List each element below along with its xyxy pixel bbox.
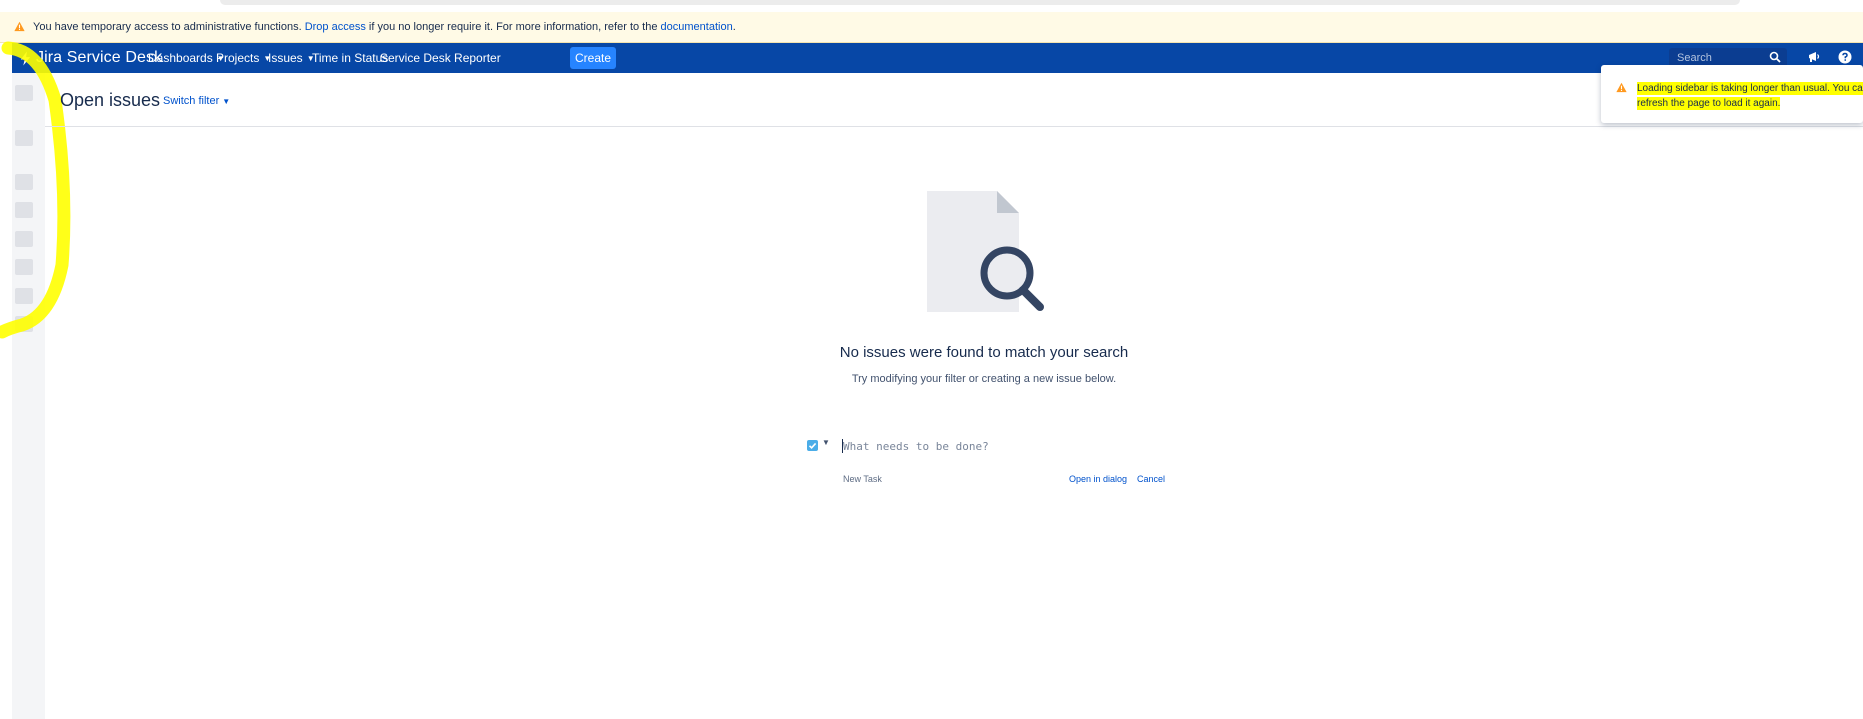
sidebar-skeleton-item: [15, 231, 33, 247]
admin-access-banner: You have temporary access to administrat…: [0, 12, 1863, 43]
banner-text-2: if you no longer require it. For more in…: [368, 21, 658, 33]
create-button[interactable]: Create: [570, 47, 616, 69]
drop-access-link[interactable]: Drop access: [305, 21, 366, 33]
chevron-down-icon[interactable]: ▼: [822, 438, 830, 447]
jira-service-desk-logo[interactable]: Jira Service Desk: [18, 43, 162, 73]
toast-message: Loading sidebar is taking longer than us…: [1637, 81, 1863, 111]
lightning-bolt-icon: [20, 50, 31, 66]
empty-state-subtitle: Try modifying your filter or creating a …: [851, 373, 1117, 385]
sidebar-loading-warning-toast: Loading sidebar is taking longer than us…: [1601, 65, 1863, 123]
warning-icon: [14, 21, 25, 32]
nav-dashboards[interactable]: Dashboards ▼: [148, 43, 225, 73]
issue-type-icon[interactable]: [807, 440, 818, 451]
nav-projects[interactable]: Projects ▼: [216, 43, 271, 73]
issue-summary-input[interactable]: [843, 437, 1163, 455]
help-icon[interactable]: [1838, 50, 1852, 64]
banner-text-1: You have temporary access to administrat…: [33, 21, 302, 33]
documentation-link[interactable]: documentation: [661, 21, 733, 33]
checkmark-icon: [808, 442, 817, 449]
sidebar-skeleton-item: [15, 202, 33, 218]
warning-icon: [1616, 82, 1627, 93]
search-icon[interactable]: [1769, 51, 1781, 63]
sidebar-skeleton-item: [15, 85, 33, 101]
nav-time-in-status[interactable]: Time in Status: [312, 43, 388, 73]
nav-service-desk-reporter[interactable]: Service Desk Reporter: [380, 43, 501, 73]
page-header: Open issues Switch filter ▼: [45, 73, 1863, 127]
open-in-dialog-link[interactable]: Open in dialog: [1069, 474, 1127, 484]
search-placeholder: Search: [1677, 52, 1712, 64]
issue-type-label: New Task: [843, 474, 882, 484]
brand-name: Jira Service Desk: [36, 49, 163, 66]
cancel-link[interactable]: Cancel: [1137, 474, 1165, 484]
announcement-icon[interactable]: [1807, 50, 1821, 64]
sidebar-skeleton-item: [15, 288, 33, 304]
banner-text-3: .: [732, 21, 736, 33]
browser-top-strip: [0, 0, 1863, 12]
browser-toolbar-edge: [220, 0, 1740, 5]
sidebar-skeleton-item: [15, 174, 33, 190]
sidebar-skeleton-item: [15, 259, 33, 275]
sidebar-skeleton-item: [15, 316, 33, 332]
sidebar-skeleton-item: [15, 130, 33, 146]
page-title: Open issues: [60, 90, 161, 110]
empty-state-title: No issues were found to match your searc…: [839, 344, 1129, 361]
top-navigation-bar: Jira Service Desk Dashboards ▼ Projects ▼ …: [12, 43, 1863, 73]
project-sidebar-loading: [12, 73, 45, 719]
empty-search-illustration: [927, 191, 1044, 312]
nav-issues[interactable]: Issues ▼: [268, 43, 315, 73]
chevron-down-icon: ▼: [222, 97, 231, 106]
switch-filter-dropdown[interactable]: Switch filter ▼: [163, 95, 230, 107]
